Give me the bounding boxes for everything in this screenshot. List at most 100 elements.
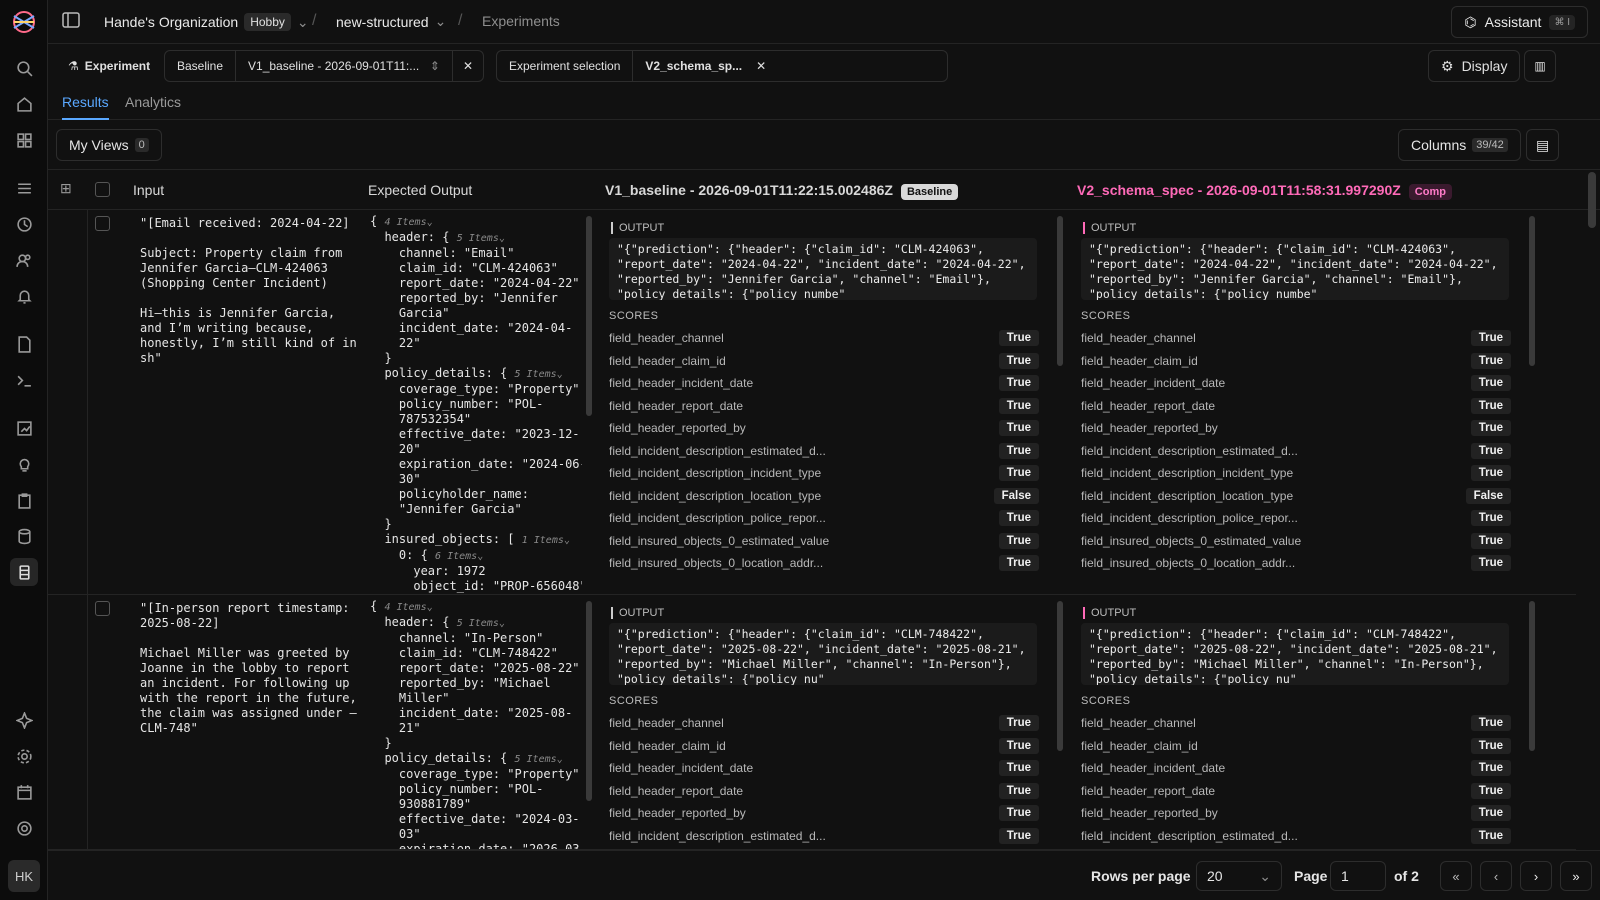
chevron-down-icon[interactable]: ⌄: [499, 233, 505, 244]
tab-analytics[interactable]: Analytics: [125, 94, 181, 118]
items-count[interactable]: 5 Items: [457, 233, 499, 244]
settings-icon[interactable]: [14, 746, 34, 766]
users-icon[interactable]: [14, 250, 34, 270]
main-scrollbar[interactable]: [1588, 172, 1596, 228]
left-rail: HK: [0, 0, 48, 900]
home-icon[interactable]: [14, 94, 34, 114]
first-page-icon[interactable]: «: [1440, 861, 1472, 891]
score-name: field_insured_objects_0_estimated_value: [609, 533, 830, 548]
experiment-label-text: Experiment: [84, 59, 151, 73]
score-name: field_header_incident_date: [609, 376, 754, 390]
output-value: "{"prediction": {"header": {"claim_id": …: [609, 238, 1037, 300]
column-compare[interactable]: V2_schema_spec - 2026-09-01T11:58:31.997…: [1077, 182, 1452, 200]
items-count[interactable]: 5 Items: [457, 618, 499, 629]
expected-text: policy_details: {: [370, 366, 515, 380]
avatar[interactable]: HK: [8, 860, 40, 892]
calendar-icon[interactable]: [14, 782, 34, 802]
compare-scrollbar[interactable]: [1529, 216, 1535, 366]
breadcrumb-page[interactable]: Experiments: [482, 13, 560, 29]
selection-label: Experiment selection: [497, 51, 634, 81]
expected-text: report_date: "2024-04-22": [370, 276, 580, 290]
expected-line: Garcia": [370, 306, 582, 321]
score-row: field_incident_description_estimated_d..…: [609, 825, 1039, 847]
remove-chip-icon[interactable]: ✕: [756, 59, 766, 73]
items-count[interactable]: 6 Items: [435, 551, 477, 562]
panel-toggle-icon[interactable]: ▥: [1524, 50, 1556, 82]
dashboard-icon[interactable]: [14, 130, 34, 150]
compare-scrollbar[interactable]: [1529, 601, 1535, 751]
expand-icon[interactable]: ⊞: [60, 180, 72, 197]
expected-line: effective_date: "2024-03-: [370, 812, 582, 827]
search-icon[interactable]: [14, 58, 34, 78]
expected-line: incident_date: "2025-08-: [370, 706, 582, 721]
assistant-label: Assistant: [1484, 14, 1542, 30]
prev-page-icon[interactable]: ‹: [1480, 861, 1512, 891]
chevron-down-icon[interactable]: ⌄: [477, 551, 483, 562]
last-page-icon[interactable]: »: [1560, 861, 1592, 891]
baseline-scrollbar[interactable]: [1057, 601, 1063, 751]
table-layout-icon[interactable]: ▤: [1526, 129, 1560, 161]
items-count[interactable]: 5 Items: [515, 754, 557, 765]
sparkle-icon[interactable]: [14, 710, 34, 730]
sidebar-toggle-icon[interactable]: [62, 12, 80, 28]
chevron-down-icon[interactable]: ⌄: [557, 754, 563, 765]
score-row: field_insured_objects_0_location_addr...…: [609, 552, 1039, 574]
score-name: field_incident_description_estimated_d..…: [1081, 443, 1298, 458]
items-count[interactable]: 4 Items: [384, 217, 426, 228]
org-switcher[interactable]: Hande's Organization Hobby ⌄: [104, 13, 309, 31]
chevron-down-icon: ⌄: [296, 13, 309, 30]
next-page-icon[interactable]: ›: [1520, 861, 1552, 891]
score-name: field_header_claim_id: [609, 738, 726, 753]
baseline-scrollbar[interactable]: [1057, 216, 1063, 366]
expected-text: policy_number: "POL-: [370, 397, 544, 411]
chevron-down-icon[interactable]: ⌄: [427, 602, 433, 613]
expected-scrollbar[interactable]: [586, 601, 592, 801]
items-count[interactable]: 4 Items: [384, 602, 426, 613]
score-name: field_incident_description_estimated_d..…: [609, 828, 826, 843]
app-logo-icon[interactable]: [10, 10, 38, 34]
display-button[interactable]: ⚙ Display: [1428, 50, 1521, 82]
rows-per-page-select[interactable]: 20 ⌄: [1196, 861, 1282, 891]
project-switcher[interactable]: new-structured ⌄: [336, 13, 446, 30]
lightbulb-icon[interactable]: [14, 454, 34, 474]
clear-baseline-icon[interactable]: ✕: [453, 51, 483, 81]
expected-scrollbar[interactable]: [586, 216, 592, 416]
chevron-down-icon[interactable]: ⌄: [499, 618, 505, 629]
list-icon[interactable]: [14, 178, 34, 198]
terminal-icon[interactable]: [14, 370, 34, 390]
experiments-icon[interactable]: [10, 558, 38, 586]
chart-icon[interactable]: [14, 418, 34, 438]
clock-icon[interactable]: [14, 214, 34, 234]
experiment-selection[interactable]: Experiment selection V2_schema_sp... ✕: [496, 50, 948, 82]
bell-icon[interactable]: [14, 286, 34, 306]
assistant-button[interactable]: ⌬ Assistant ⌘ I: [1451, 6, 1588, 38]
chevron-down-icon[interactable]: ⌄: [427, 217, 433, 228]
score-name: field_incident_description_location_type: [1081, 488, 1294, 503]
baseline-select[interactable]: V1_baseline - 2026-09-01T11:... ⇕: [236, 51, 453, 81]
selection-chip[interactable]: V2_schema_sp... ✕: [633, 51, 778, 81]
score-row: field_header_claim_id True: [1081, 735, 1511, 757]
chevron-down-icon[interactable]: ⌄: [557, 369, 563, 380]
items-count[interactable]: 1 Items: [522, 535, 564, 546]
column-expected-output[interactable]: Expected Output: [368, 182, 472, 198]
items-count[interactable]: 5 Items: [515, 369, 557, 380]
help-icon[interactable]: [14, 818, 34, 838]
row-checkbox[interactable]: [95, 601, 110, 616]
my-views-button[interactable]: My Views 0: [56, 129, 162, 161]
experiment-label: ⚗ Experiment: [56, 50, 162, 82]
score-name: field_incident_description_incident_type: [609, 466, 822, 480]
page-input[interactable]: 1: [1330, 861, 1386, 891]
row-checkbox[interactable]: [95, 216, 110, 231]
baseline-output-panel: OUTPUT "{"prediction": {"header": {"claim…: [605, 214, 1051, 594]
document-icon[interactable]: [14, 334, 34, 354]
column-input[interactable]: Input: [133, 182, 164, 198]
columns-button[interactable]: Columns 39/42: [1398, 129, 1521, 161]
clipboard-icon[interactable]: [14, 490, 34, 510]
column-baseline[interactable]: V1_baseline - 2026-09-01T11:22:15.002486…: [605, 182, 959, 200]
select-all-checkbox[interactable]: [95, 182, 110, 197]
expected-output-cell: { 4 Items⌄ header: { 5 Items⌄ channel: "…: [370, 214, 582, 594]
tab-results[interactable]: Results: [62, 94, 109, 120]
database-icon[interactable]: [14, 526, 34, 546]
chevron-down-icon[interactable]: ⌄: [564, 535, 570, 546]
baseline-selector[interactable]: Baseline V1_baseline - 2026-09-01T11:...…: [164, 50, 484, 82]
